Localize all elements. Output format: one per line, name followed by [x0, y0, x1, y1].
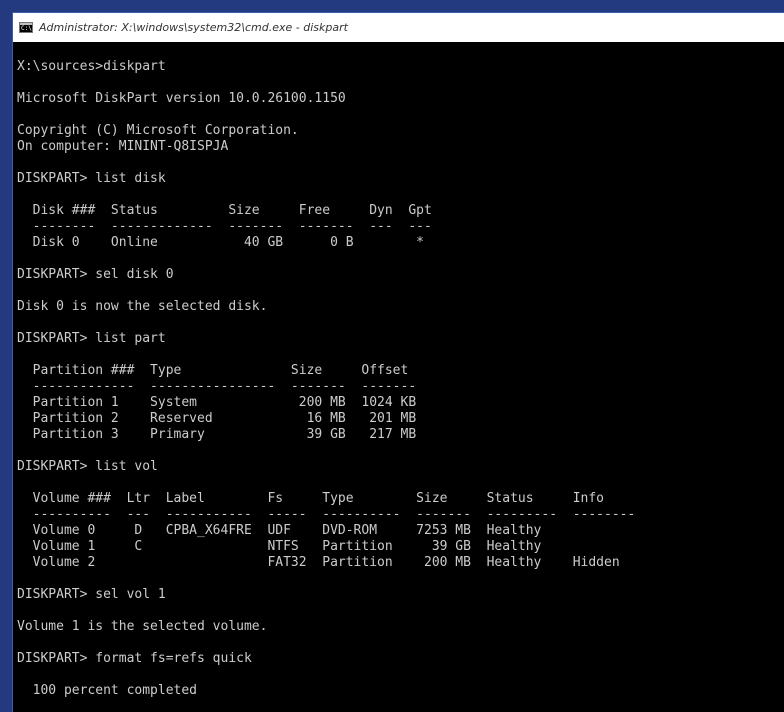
console-line: Disk 0 Online 40 GB 0 B *	[17, 235, 424, 250]
console-line: DISKPART> format fs=refs quick	[17, 651, 252, 666]
title-bar[interactable]: C:\ Administrator: X:\windows\system32\c…	[13, 13, 784, 42]
console-line: Microsoft DiskPart version 10.0.26100.11…	[17, 91, 346, 106]
cmd-window[interactable]: C:\ Administrator: X:\windows\system32\c…	[12, 12, 784, 712]
console-line: DISKPART> list disk	[17, 171, 166, 186]
console-line: DISKPART> list vol	[17, 459, 158, 474]
console-line: DISKPART> sel vol 1	[17, 587, 166, 602]
console-line: Volume 1 is the selected volume.	[17, 619, 268, 634]
console-line: X:\sources>diskpart	[17, 59, 166, 74]
console-line: Disk ### Status Size Free Dyn Gpt	[17, 203, 432, 218]
console-line: On computer: MININT-Q8ISPJA	[17, 139, 229, 154]
console-output[interactable]: X:\sources>diskpart Microsoft DiskPart ve…	[17, 59, 635, 699]
console-line: Copyright (C) Microsoft Corporation.	[17, 123, 299, 138]
console-line: DISKPART> sel disk 0	[17, 267, 174, 282]
console-line: Partition ### Type Size Offset	[17, 363, 409, 378]
console-line: Partition 1 System 200 MB 1024 KB	[17, 395, 417, 410]
console-line: Volume 2 FAT32 Partition 200 MB Healthy …	[17, 555, 620, 570]
console-line: ---------- --- ----------- ----- -------…	[17, 507, 636, 522]
window-title: Administrator: X:\windows\system32\cmd.e…	[39, 21, 348, 34]
console-line: Volume ### Ltr Label Fs Type Size Status…	[17, 491, 604, 506]
console-line: Partition 2 Reserved 16 MB 201 MB	[17, 411, 417, 426]
console-line: -------- ------------- ------- ------- -…	[17, 219, 432, 234]
console-line: DISKPART> list part	[17, 331, 166, 346]
console-line: 100 percent completed	[17, 683, 198, 698]
console-line: Volume 1 C NTFS Partition 39 GB Healthy	[17, 539, 542, 554]
console-line: ------------- ---------------- ------- -…	[17, 379, 417, 394]
console-line: Volume 0 D CPBA_X64FRE UDF DVD-ROM 7253 …	[17, 523, 542, 538]
console-line: Partition 3 Primary 39 GB 217 MB	[17, 427, 417, 442]
desktop-background: C:\ Administrator: X:\windows\system32\c…	[0, 0, 784, 712]
cmd-icon[interactable]: C:\	[19, 22, 33, 33]
console-line: Disk 0 is now the selected disk.	[17, 299, 268, 314]
